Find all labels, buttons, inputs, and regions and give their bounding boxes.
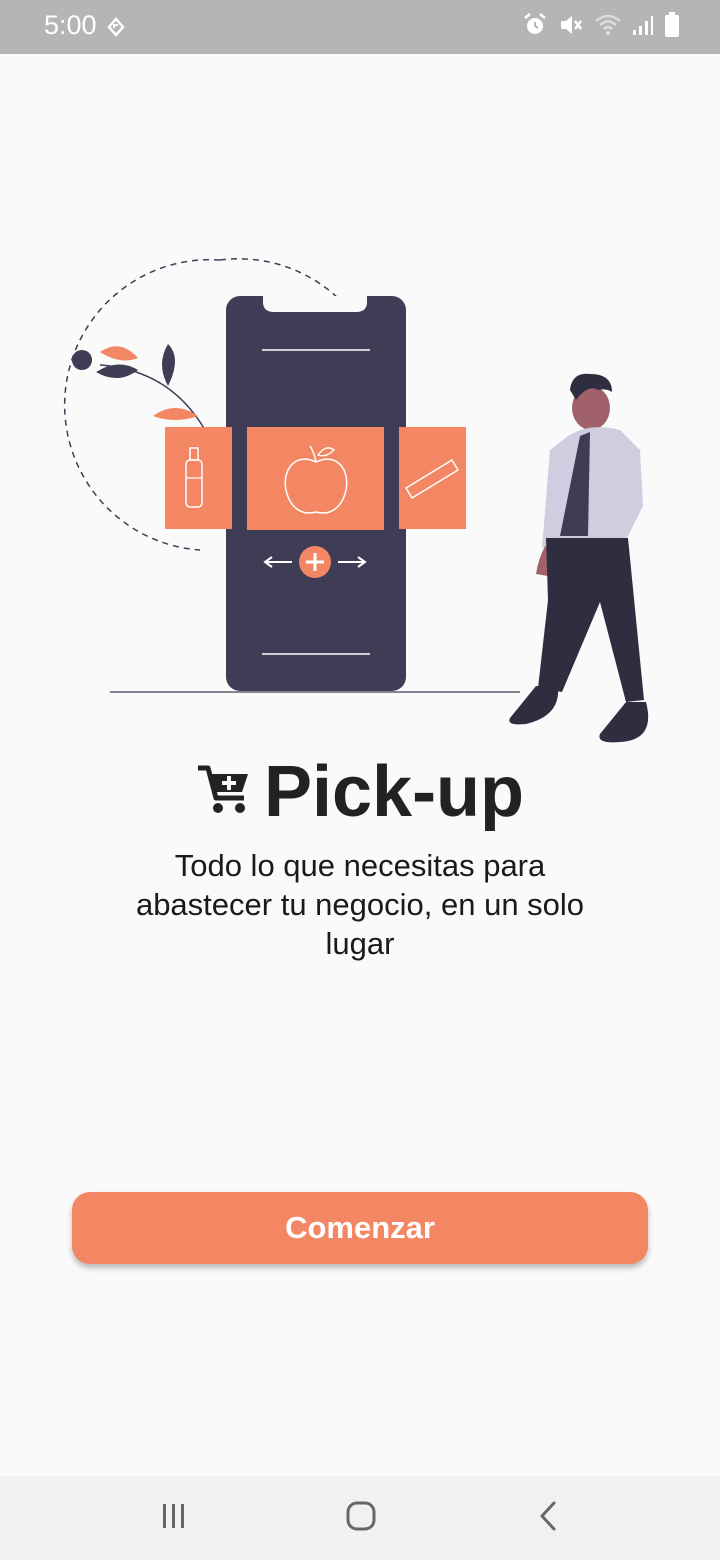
status-bar: 5:00 (0, 0, 720, 54)
navigation-icon (106, 17, 126, 42)
page-title: Pick-up (263, 752, 525, 832)
alarm-icon (522, 12, 548, 43)
back-button[interactable] (518, 1496, 578, 1540)
recent-apps-icon (159, 1502, 189, 1535)
plus-icon (299, 546, 331, 578)
back-icon (536, 1500, 560, 1537)
start-button[interactable]: Comenzar (72, 1192, 648, 1264)
status-time: 5:00 (44, 10, 97, 40)
title-row: Pick-up (0, 752, 720, 832)
mute-icon (558, 12, 584, 43)
home-button[interactable] (331, 1496, 391, 1540)
subtitle: Todo lo que necesitas para abastecer tu … (135, 848, 585, 961)
wifi-icon (594, 13, 622, 42)
hero-illustration (60, 240, 680, 760)
recent-apps-button[interactable] (144, 1496, 204, 1540)
cart-plus-icon (196, 764, 252, 821)
signal-icon (632, 14, 654, 41)
status-icons (522, 11, 680, 43)
navigation-bar (0, 1476, 720, 1560)
battery-icon (664, 11, 680, 43)
home-icon (345, 1500, 377, 1537)
person-illustration (509, 373, 649, 743)
